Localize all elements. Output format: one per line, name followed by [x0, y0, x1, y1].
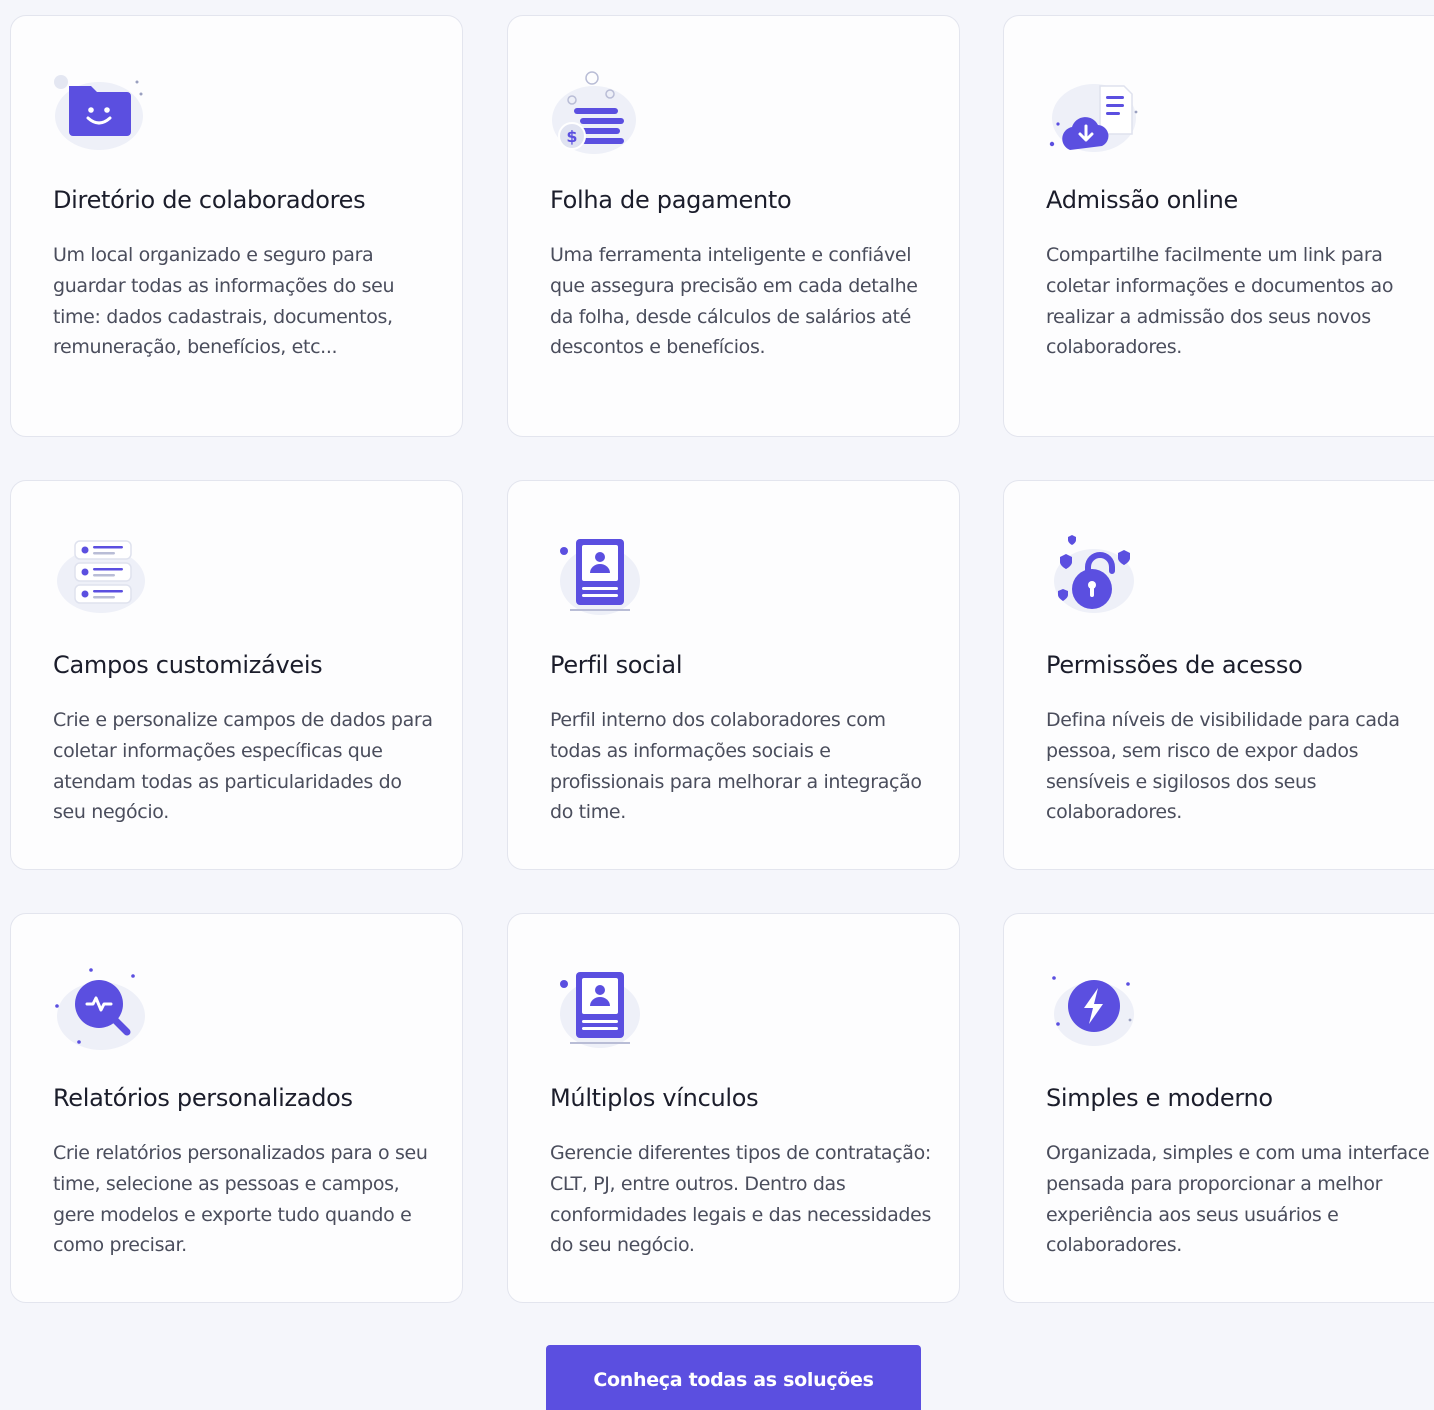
feature-description: Gerencie diferentes tipos de contratação… [550, 1142, 931, 1257]
feature-title: Admissão online [1046, 186, 1239, 214]
padlock-shield-icon [1044, 529, 1140, 625]
feature-card-relatorios: Relatórios personalizados Crie relatório… [10, 913, 463, 1303]
feature-description: Defina níveis de visibilidade para cada … [1046, 709, 1400, 824]
feature-description: Um local organizado e seguro para guarda… [53, 244, 395, 359]
feature-card-simples: Simples e moderno Organizada, simples e … [1003, 913, 1434, 1303]
feature-title: Folha de pagamento [550, 186, 792, 214]
feature-card-campos: Campos customizáveis Crie e personalize … [10, 480, 463, 870]
cloud-download-document-icon [1044, 64, 1140, 160]
feature-description: Crie e personalize campos de dados para … [53, 709, 433, 824]
feature-title: Campos customizáveis [53, 651, 323, 679]
feature-card-admissao: Admissão online Compartilhe facilmente u… [1003, 15, 1434, 437]
feature-description: Crie relatórios personalizados para o se… [53, 1142, 428, 1257]
form-fields-icon [51, 529, 147, 625]
feature-title: Relatórios personalizados [53, 1084, 353, 1112]
search-report-icon [51, 962, 147, 1058]
feature-card-diretorio: Diretório de colaboradores Um local orga… [10, 15, 463, 437]
feature-description: Compartilhe facilmente um link para cole… [1046, 244, 1394, 359]
feature-description: Uma ferramenta inteligente e confiável q… [550, 244, 918, 359]
svg-text:$: $ [566, 127, 577, 146]
feature-title: Perfil social [550, 651, 683, 679]
all-solutions-button[interactable]: Conheça todas as soluções [546, 1345, 921, 1410]
feature-title: Múltiplos vínculos [550, 1084, 759, 1112]
coins-money-icon: $ [548, 64, 644, 160]
feature-card-permissoes: Permissões de acesso Defina níveis de vi… [1003, 480, 1434, 870]
feature-description: Organizada, simples e com uma interface … [1046, 1142, 1430, 1257]
feature-description: Perfil interno dos colaboradores com tod… [550, 709, 922, 824]
profile-card-icon [548, 962, 644, 1058]
feature-title: Diretório de colaboradores [53, 186, 366, 214]
features-section: Diretório de colaboradores Um local orga… [0, 0, 1434, 1410]
lightning-icon [1044, 962, 1140, 1058]
folder-smile-icon [51, 64, 147, 160]
feature-card-perfil-social: Perfil social Perfil interno dos colabor… [507, 480, 960, 870]
feature-card-multiplos-vinculos: Múltiplos vínculos Gerencie diferentes t… [507, 913, 960, 1303]
feature-card-folha: $ Folha de pagamento Uma ferramenta inte… [507, 15, 960, 437]
feature-title: Simples e moderno [1046, 1084, 1273, 1112]
profile-card-icon [548, 529, 644, 625]
feature-title: Permissões de acesso [1046, 651, 1303, 679]
